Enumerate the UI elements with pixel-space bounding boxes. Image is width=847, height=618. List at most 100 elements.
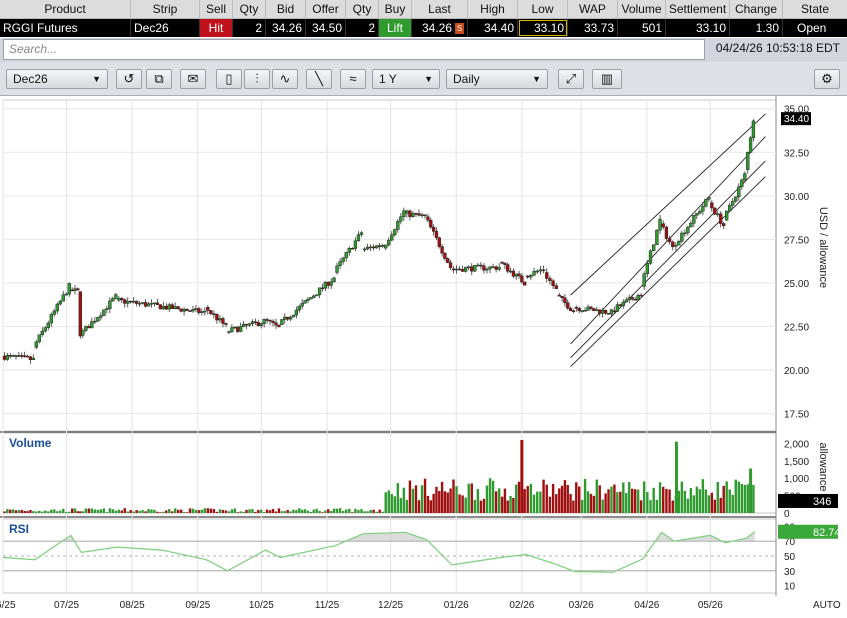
candle-body <box>618 304 622 307</box>
candlestick-icon[interactable]: ▯ <box>216 69 242 89</box>
volume-bar <box>625 493 628 513</box>
chevron-down-icon: ▼ <box>532 74 541 84</box>
strip-select[interactable]: Dec26 ▼ <box>6 69 108 89</box>
volume-bar <box>194 509 198 513</box>
volume-bar <box>168 509 171 513</box>
col-product[interactable]: Product <box>0 0 131 18</box>
candle-body <box>713 207 717 215</box>
candle-body <box>557 294 561 297</box>
fullscreen-icon[interactable]: ⤢ <box>558 69 584 89</box>
hit-button[interactable]: Hit <box>200 19 233 37</box>
wap-cell: 33.73 <box>568 19 618 37</box>
candle-body <box>108 300 112 309</box>
candle-body <box>315 294 319 297</box>
col-sell[interactable]: Sell <box>200 0 233 18</box>
candle-body <box>434 231 439 238</box>
candle-body <box>464 267 468 272</box>
col-volume[interactable]: Volume <box>618 0 666 18</box>
col-state[interactable]: State <box>783 0 847 18</box>
candle-body <box>609 309 614 315</box>
last-price-label: 34.40 <box>784 114 809 125</box>
candle-body <box>448 262 453 268</box>
col-offer[interactable]: Offer <box>306 0 346 18</box>
volume-bar <box>515 484 518 513</box>
volume-bar <box>144 511 147 513</box>
candle-body <box>309 297 313 300</box>
volume-bar <box>363 511 366 513</box>
volume-bar <box>277 508 281 513</box>
chart-settings-icon[interactable]: ▥ <box>592 69 622 89</box>
range-select[interactable]: 1 Y ▼ <box>372 69 440 89</box>
chart-area[interactable]: 06/25 07/25 08/25 09/25 10/25 11/25 12/25 01/26… <box>0 96 847 615</box>
volume-bar <box>555 494 558 513</box>
volume-bar <box>79 511 82 513</box>
candle-body <box>58 300 62 305</box>
volume-bar <box>411 488 415 513</box>
quote-row[interactable]: RGGI Futures Dec26 Hit 2 34.26 34.50 2 L… <box>0 19 847 37</box>
candle-body <box>52 310 56 315</box>
candle-body <box>40 330 44 335</box>
volume-bar <box>233 508 237 513</box>
refresh-icon[interactable]: ↺ <box>116 69 142 89</box>
candle-body <box>470 266 474 272</box>
candle-body <box>417 213 421 216</box>
search-input[interactable]: Search... <box>3 39 705 60</box>
ohlc-bar-icon[interactable]: ⫶ <box>244 69 270 89</box>
col-buy[interactable]: Buy <box>379 0 412 18</box>
col-last[interactable]: Last <box>412 0 468 18</box>
candle-body <box>117 298 121 301</box>
price-tick-label: 20.00 <box>784 366 809 377</box>
col-wap[interactable]: WAP <box>568 0 618 18</box>
candle-body <box>583 310 587 312</box>
chart-svg[interactable]: 06/25 07/25 08/25 09/25 10/25 11/25 12/25 01/26… <box>0 96 847 615</box>
strip-cell: Dec26 <box>131 19 200 37</box>
lift-button[interactable]: Lift <box>379 19 412 37</box>
volume-bar <box>446 492 449 513</box>
candle-body <box>230 327 234 332</box>
col-bid-qty[interactable]: Qty <box>233 0 266 18</box>
candle-body <box>164 305 168 310</box>
volume-bar <box>734 479 737 513</box>
volume-bar <box>631 488 634 513</box>
price-tick-label: 30.00 <box>784 192 809 203</box>
candle-body <box>312 295 316 298</box>
interval-select[interactable]: Daily ▼ <box>446 69 548 89</box>
line-chart-icon[interactable]: ∿ <box>272 69 298 89</box>
col-offer-qty[interactable]: Qty <box>346 0 379 18</box>
volume-bar <box>215 511 219 513</box>
col-bid[interactable]: Bid <box>266 0 306 18</box>
candle-body <box>167 304 171 310</box>
col-change[interactable]: Change <box>730 0 783 18</box>
col-high[interactable]: High <box>468 0 518 18</box>
price-axis-label: USD / allowance <box>817 207 829 288</box>
candle-body <box>265 319 269 321</box>
gear-icon[interactable]: ⚙ <box>814 69 840 89</box>
col-strip[interactable]: Strip <box>131 0 200 18</box>
volume-bar <box>251 509 254 513</box>
candle-body <box>661 223 665 228</box>
draw-line-icon[interactable]: ╲ <box>306 69 332 89</box>
candle-body <box>734 196 738 202</box>
volume-bar <box>357 509 360 513</box>
candle-body <box>636 294 640 301</box>
candle-body <box>341 257 345 262</box>
volume-bar <box>197 510 201 513</box>
volume-bar <box>539 491 542 513</box>
candle-body <box>560 295 564 298</box>
volume-bar <box>633 489 637 513</box>
indicator-icon[interactable]: ≈ <box>340 69 366 89</box>
col-settlement[interactable]: Settlement <box>666 0 730 18</box>
candle-body <box>215 314 219 321</box>
volume-bar <box>652 487 655 513</box>
candle-body <box>589 306 593 309</box>
popout-icon[interactable]: ⧉ <box>146 69 172 89</box>
candle-body <box>563 297 567 303</box>
candle-body <box>677 240 681 246</box>
candle-body <box>288 316 293 320</box>
candle-body <box>137 302 142 305</box>
chart-type-icon[interactable]: ✉ <box>180 69 206 89</box>
col-low[interactable]: Low <box>518 0 568 18</box>
volume-bar <box>616 492 619 513</box>
candle-body <box>5 355 9 360</box>
candle-body <box>431 226 436 232</box>
